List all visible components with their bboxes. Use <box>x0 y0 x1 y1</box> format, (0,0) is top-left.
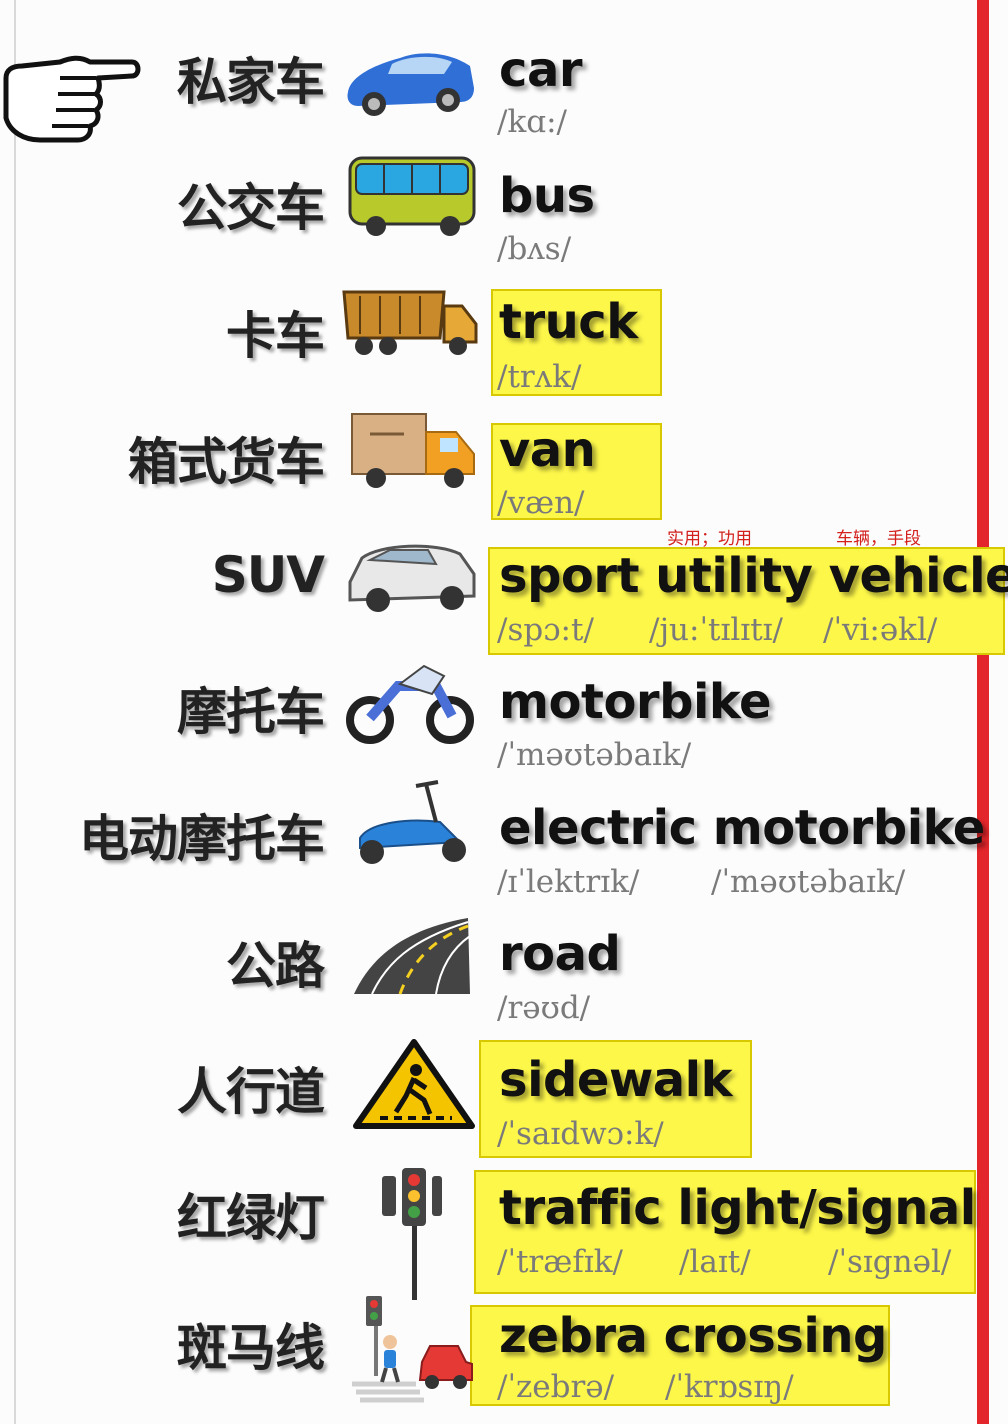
zh-label-motorbike: 摩托车 <box>177 683 325 741</box>
phonetic-motorbike: /ˈməʊtəbaɪk/ <box>497 737 692 773</box>
zh-label-sidewalk: 人行道 <box>177 1063 325 1121</box>
scooter-icon <box>359 780 466 864</box>
zh-label-zebra-crossing: 斑马线 <box>177 1319 325 1377</box>
phonetic-electric: /ɪˈlektrɪk/ <box>497 864 640 900</box>
zh-label-road: 公路 <box>226 937 325 995</box>
zebra-crossing-icon <box>352 1296 473 1403</box>
phonetic-suv-1: /spɔ:t/ <box>497 612 594 648</box>
en-word-sidewalk: sidewalk <box>499 1052 733 1108</box>
phonetic-sidewalk: /ˈsaɪdwɔ:k/ <box>497 1116 664 1152</box>
phonetic-road: /rəʊd/ <box>497 990 591 1026</box>
zh-label-bus: 公交车 <box>177 179 325 237</box>
zh-label-van: 箱式货车 <box>128 433 325 491</box>
phonetic-truck: /trʌk/ <box>497 359 582 395</box>
phonetic-light: /laɪt/ <box>679 1244 751 1280</box>
zh-label-suv: SUV <box>211 546 325 604</box>
bus-icon <box>348 156 476 236</box>
en-word-suv: sport utility vehicle <box>499 548 1008 604</box>
car-icon <box>347 53 474 116</box>
en-word-car: car <box>499 42 583 98</box>
note-vehicle: 车辆，手段 <box>836 529 921 549</box>
en-word-van: van <box>499 422 596 478</box>
phonetic-zebra: /ˈzebrə/ <box>497 1369 615 1405</box>
motorbike-icon <box>346 664 474 744</box>
red-margin-line <box>977 0 989 1424</box>
en-word-traffic-light: traffic light/signal <box>499 1180 976 1236</box>
note-utility: 实用；功用 <box>667 529 752 549</box>
en-word-motorbike: motorbike <box>499 674 772 730</box>
zh-label-electric-motorbike: 电动摩托车 <box>79 810 325 868</box>
phonetic-suv-3: /ˈvi:əkl/ <box>823 612 938 648</box>
en-word-bus: bus <box>499 168 595 224</box>
zh-label-truck: 卡车 <box>226 307 325 365</box>
traffic-light-icon <box>382 1168 442 1300</box>
en-word-zebra-crossing: zebra crossing <box>499 1308 887 1364</box>
phonetic-suv-2: /ju:ˈtɪlɪtɪ/ <box>649 612 784 648</box>
zh-label-traffic-light: 红绿灯 <box>177 1189 325 1247</box>
phonetic-car: /kɑ:/ <box>497 104 567 140</box>
pedestrian-sign-icon <box>353 1039 475 1129</box>
suv-icon <box>348 544 476 612</box>
phonetic-signal: /ˈsɪgnəl/ <box>828 1244 952 1280</box>
en-word-electric-motorbike: electric motorbike <box>499 800 985 856</box>
en-word-road: road <box>499 926 621 982</box>
phonetic-bus: /bʌs/ <box>497 231 572 267</box>
zh-label-car: 私家车 <box>177 53 325 111</box>
truck-icon <box>342 290 478 355</box>
van-icon <box>351 413 475 488</box>
phonetic-traffic: /ˈtræfɪk/ <box>497 1244 623 1280</box>
phonetic-crossing: /ˈkrɒsɪŋ/ <box>665 1369 794 1405</box>
road-icon <box>354 918 471 995</box>
phonetic-motorbike-2: /ˈməʊtəbaɪk/ <box>711 864 906 900</box>
phonetic-van: /væn/ <box>497 485 585 521</box>
en-word-truck: truck <box>499 294 638 350</box>
